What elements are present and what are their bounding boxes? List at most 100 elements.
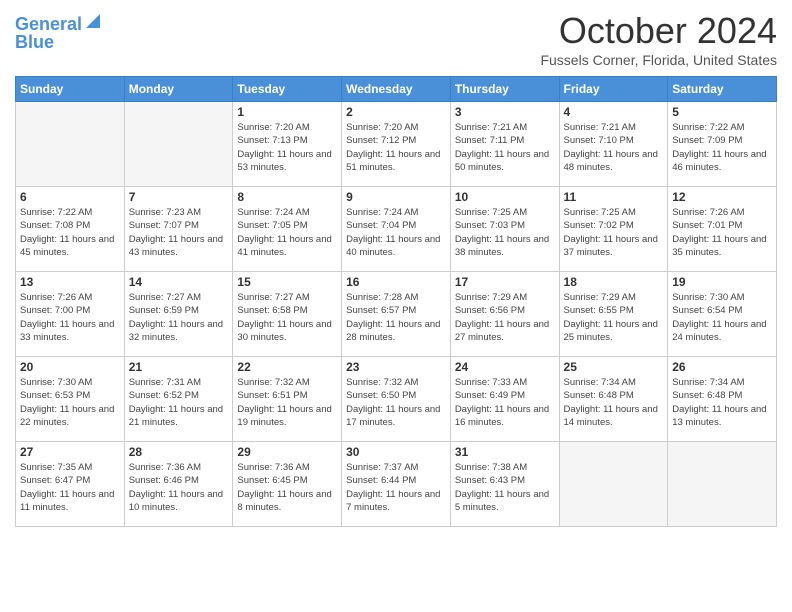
calendar-cell: 13Sunrise: 7:26 AM Sunset: 7:00 PM Dayli…	[16, 272, 125, 357]
calendar-cell: 9 Sunrise: 7:24 AM Sunset: 7:04 PM Daylig…	[342, 187, 451, 272]
day-number: 12	[672, 190, 772, 204]
calendar-cell: 8Sunrise: 7:24 AM Sunset: 7:05 PM Daylig…	[233, 187, 342, 272]
calendar-cell: 10Sunrise: 7:25 AM Sunset: 7:03 PM Dayli…	[450, 187, 559, 272]
logo: General Blue	[15, 15, 102, 53]
calendar-week-1: 1 Sunrise: 7:20 AM Sunset: 7:13 PM Daylig…	[16, 102, 777, 187]
day-info: Sunrise: 7:34 AM Sunset: 6:48 PM Dayligh…	[564, 376, 664, 429]
day-number: 29	[237, 445, 337, 459]
calendar-cell	[668, 442, 777, 527]
day-number: 6	[20, 190, 120, 204]
day-info: Sunrise: 7:22 AM Sunset: 7:08 PM Dayligh…	[20, 206, 120, 259]
calendar-cell: 4 Sunrise: 7:21 AM Sunset: 7:10 PM Daylig…	[559, 102, 668, 187]
calendar-cell: 29 Sunrise: 7:36 AM Sunset: 6:45 PM Dayli…	[233, 442, 342, 527]
month-title: October 2024	[540, 10, 777, 52]
day-info: Sunrise: 7:31 AM Sunset: 6:52 PM Dayligh…	[129, 376, 229, 429]
day-number: 15	[237, 275, 337, 289]
day-number: 5	[672, 105, 772, 119]
day-number: 4	[564, 105, 664, 119]
day-info: Sunrise: 7:27 AM Sunset: 6:58 PM Dayligh…	[237, 291, 337, 344]
calendar-cell: 17Sunrise: 7:29 AM Sunset: 6:56 PM Dayli…	[450, 272, 559, 357]
day-number: 25	[564, 360, 664, 374]
day-info: Sunrise: 7:34 AM Sunset: 6:48 PM Dayligh…	[672, 376, 772, 429]
day-number: 18	[564, 275, 664, 289]
calendar-cell: 5 Sunrise: 7:22 AM Sunset: 7:09 PM Daylig…	[668, 102, 777, 187]
calendar-body: 1 Sunrise: 7:20 AM Sunset: 7:13 PM Daylig…	[16, 102, 777, 527]
day-header-friday: Friday	[559, 77, 668, 102]
calendar-cell: 28Sunrise: 7:36 AM Sunset: 6:46 PM Dayli…	[124, 442, 233, 527]
calendar-cell: 23 Sunrise: 7:32 AM Sunset: 6:50 PM Dayli…	[342, 357, 451, 442]
day-info: Sunrise: 7:29 AM Sunset: 6:56 PM Dayligh…	[455, 291, 555, 344]
calendar-cell: 19 Sunrise: 7:30 AM Sunset: 6:54 PM Dayli…	[668, 272, 777, 357]
day-info: Sunrise: 7:20 AM Sunset: 7:12 PM Dayligh…	[346, 121, 446, 174]
day-header-sunday: Sunday	[16, 77, 125, 102]
day-header-saturday: Saturday	[668, 77, 777, 102]
calendar-cell: 30 Sunrise: 7:37 AM Sunset: 6:44 PM Dayli…	[342, 442, 451, 527]
day-info: Sunrise: 7:21 AM Sunset: 7:10 PM Dayligh…	[564, 121, 664, 174]
day-info: Sunrise: 7:33 AM Sunset: 6:49 PM Dayligh…	[455, 376, 555, 429]
title-block: October 2024 Fussels Corner, Florida, Un…	[540, 10, 777, 68]
day-info: Sunrise: 7:32 AM Sunset: 6:50 PM Dayligh…	[346, 376, 446, 429]
day-info: Sunrise: 7:38 AM Sunset: 6:43 PM Dayligh…	[455, 461, 555, 514]
day-info: Sunrise: 7:20 AM Sunset: 7:13 PM Dayligh…	[237, 121, 337, 174]
day-number: 28	[129, 445, 229, 459]
calendar-table: SundayMondayTuesdayWednesdayThursdayFrid…	[15, 76, 777, 527]
day-number: 1	[237, 105, 337, 119]
day-info: Sunrise: 7:22 AM Sunset: 7:09 PM Dayligh…	[672, 121, 772, 174]
calendar-week-2: 6 Sunrise: 7:22 AM Sunset: 7:08 PM Daylig…	[16, 187, 777, 272]
calendar-cell: 21 Sunrise: 7:31 AM Sunset: 6:52 PM Dayli…	[124, 357, 233, 442]
day-number: 9	[346, 190, 446, 204]
day-number: 21	[129, 360, 229, 374]
day-number: 19	[672, 275, 772, 289]
calendar-cell	[124, 102, 233, 187]
calendar-cell: 2 Sunrise: 7:20 AM Sunset: 7:12 PM Daylig…	[342, 102, 451, 187]
calendar-week-3: 13Sunrise: 7:26 AM Sunset: 7:00 PM Dayli…	[16, 272, 777, 357]
day-info: Sunrise: 7:30 AM Sunset: 6:53 PM Dayligh…	[20, 376, 120, 429]
day-header-thursday: Thursday	[450, 77, 559, 102]
calendar-cell: 15 Sunrise: 7:27 AM Sunset: 6:58 PM Dayli…	[233, 272, 342, 357]
day-info: Sunrise: 7:29 AM Sunset: 6:55 PM Dayligh…	[564, 291, 664, 344]
calendar-cell: 3 Sunrise: 7:21 AM Sunset: 7:11 PM Daylig…	[450, 102, 559, 187]
day-info: Sunrise: 7:21 AM Sunset: 7:11 PM Dayligh…	[455, 121, 555, 174]
day-info: Sunrise: 7:27 AM Sunset: 6:59 PM Dayligh…	[129, 291, 229, 344]
day-info: Sunrise: 7:36 AM Sunset: 6:45 PM Dayligh…	[237, 461, 337, 514]
day-number: 23	[346, 360, 446, 374]
calendar-cell: 25 Sunrise: 7:34 AM Sunset: 6:48 PM Dayli…	[559, 357, 668, 442]
day-number: 14	[129, 275, 229, 289]
day-info: Sunrise: 7:28 AM Sunset: 6:57 PM Dayligh…	[346, 291, 446, 344]
day-number: 27	[20, 445, 120, 459]
day-header-wednesday: Wednesday	[342, 77, 451, 102]
calendar-cell: 14 Sunrise: 7:27 AM Sunset: 6:59 PM Dayli…	[124, 272, 233, 357]
day-number: 30	[346, 445, 446, 459]
day-number: 22	[237, 360, 337, 374]
calendar-cell: 26 Sunrise: 7:34 AM Sunset: 6:48 PM Dayli…	[668, 357, 777, 442]
day-number: 16	[346, 275, 446, 289]
calendar-cell: 12Sunrise: 7:26 AM Sunset: 7:01 PM Dayli…	[668, 187, 777, 272]
calendar-cell: 18 Sunrise: 7:29 AM Sunset: 6:55 PM Dayli…	[559, 272, 668, 357]
day-info: Sunrise: 7:37 AM Sunset: 6:44 PM Dayligh…	[346, 461, 446, 514]
calendar-cell: 31 Sunrise: 7:38 AM Sunset: 6:43 PM Dayli…	[450, 442, 559, 527]
day-info: Sunrise: 7:32 AM Sunset: 6:51 PM Dayligh…	[237, 376, 337, 429]
day-info: Sunrise: 7:26 AM Sunset: 7:00 PM Dayligh…	[20, 291, 120, 344]
day-number: 26	[672, 360, 772, 374]
calendar-header: SundayMondayTuesdayWednesdayThursdayFrid…	[16, 77, 777, 102]
day-info: Sunrise: 7:30 AM Sunset: 6:54 PM Dayligh…	[672, 291, 772, 344]
day-number: 3	[455, 105, 555, 119]
calendar-cell: 22 Sunrise: 7:32 AM Sunset: 6:51 PM Dayli…	[233, 357, 342, 442]
calendar-week-4: 20 Sunrise: 7:30 AM Sunset: 6:53 PM Dayli…	[16, 357, 777, 442]
calendar-cell: 7Sunrise: 7:23 AM Sunset: 7:07 PM Daylig…	[124, 187, 233, 272]
calendar-cell: 1 Sunrise: 7:20 AM Sunset: 7:13 PM Daylig…	[233, 102, 342, 187]
day-number: 20	[20, 360, 120, 374]
calendar-cell: 16 Sunrise: 7:28 AM Sunset: 6:57 PM Dayli…	[342, 272, 451, 357]
day-number: 31	[455, 445, 555, 459]
calendar-cell: 11Sunrise: 7:25 AM Sunset: 7:02 PM Dayli…	[559, 187, 668, 272]
day-info: Sunrise: 7:25 AM Sunset: 7:03 PM Dayligh…	[455, 206, 555, 259]
calendar-cell: 27Sunrise: 7:35 AM Sunset: 6:47 PM Dayli…	[16, 442, 125, 527]
calendar-cell: 24 Sunrise: 7:33 AM Sunset: 6:49 PM Dayli…	[450, 357, 559, 442]
day-info: Sunrise: 7:25 AM Sunset: 7:02 PM Dayligh…	[564, 206, 664, 259]
day-number: 2	[346, 105, 446, 119]
header-row: SundayMondayTuesdayWednesdayThursdayFrid…	[16, 77, 777, 102]
logo-text2: Blue	[15, 33, 54, 53]
day-info: Sunrise: 7:24 AM Sunset: 7:04 PM Dayligh…	[346, 206, 446, 259]
day-number: 24	[455, 360, 555, 374]
calendar-cell: 20 Sunrise: 7:30 AM Sunset: 6:53 PM Dayli…	[16, 357, 125, 442]
